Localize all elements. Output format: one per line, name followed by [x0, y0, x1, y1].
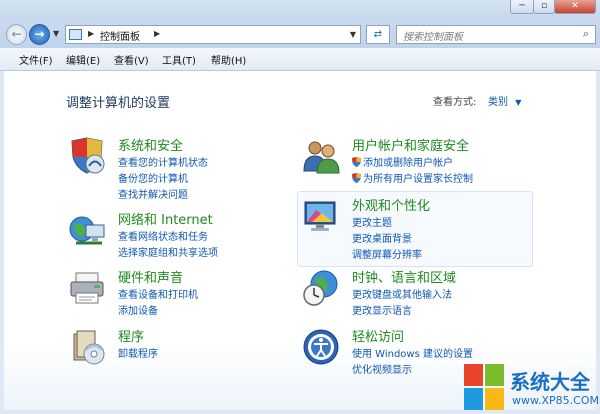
user-accounts-icon	[303, 141, 340, 174]
maximize-button[interactable]: ▫	[533, 0, 555, 14]
category-title-programs[interactable]: 程序	[118, 326, 144, 345]
watermark-url: www.XP85.COM	[512, 394, 599, 407]
link-optimize-video[interactable]: 优化视频显示	[352, 361, 412, 376]
menu-file[interactable]: 文件(F)	[19, 52, 53, 67]
category-title-clock-language[interactable]: 时钟、语言和区域	[352, 267, 456, 286]
search-input[interactable]: 搜索控制面板	[403, 28, 463, 43]
view-by-dropdown[interactable]: 类别 ▼	[488, 93, 521, 108]
close-button[interactable]: ✕	[554, 0, 596, 14]
breadcrumb-control-panel[interactable]: 控制面板	[100, 28, 140, 43]
refresh-button[interactable]: ⇄	[366, 25, 390, 44]
breadcrumb-separator-icon: ▶	[88, 29, 95, 38]
uac-shield-icon	[352, 157, 361, 167]
menu-tools[interactable]: 工具(T)	[162, 52, 196, 67]
category-title-network-internet[interactable]: 网络和 Internet	[118, 209, 213, 228]
category-user-accounts: 用户帐户和家庭安全 添加或删除用户帐户 为所有用户设置家长控制	[302, 135, 562, 185]
category-title-system-security[interactable]: 系统和安全	[118, 135, 183, 154]
windows-logo-icon	[464, 364, 504, 410]
forward-arrow-icon: →	[34, 27, 45, 41]
link-desktop-background[interactable]: 更改桌面背景	[352, 230, 412, 245]
search-box[interactable]: 搜索控制面板 ⌕	[396, 25, 596, 44]
network-icon	[69, 216, 105, 245]
link-add-device[interactable]: 添加设备	[118, 302, 158, 317]
category-programs: 程序 卸载程序	[68, 326, 298, 366]
link-change-theme[interactable]: 更改主题	[352, 214, 392, 229]
address-dropdown-icon[interactable]: ▼	[350, 30, 356, 39]
link-add-remove-accounts-label: 添加或删除用户帐户	[363, 158, 453, 169]
system-security-icon	[71, 137, 105, 174]
menu-edit[interactable]: 编辑(E)	[66, 52, 100, 67]
category-title-appearance[interactable]: 外观和个性化	[352, 195, 430, 214]
category-title-user-accounts[interactable]: 用户帐户和家庭安全	[352, 135, 469, 154]
link-homegroup-sharing[interactable]: 选择家庭组和共享选项	[118, 244, 218, 259]
watermark: 系统大全 www.XP85.COM	[464, 362, 600, 414]
category-system-security: 系统和安全 查看您的计算机状态 备份您的计算机 查找并解决问题	[68, 135, 298, 201]
view-by-label: 查看方式:	[433, 97, 477, 108]
page-title: 调整计算机的设置	[66, 96, 171, 111]
category-network-internet: 网络和 Internet 查看网络状态和任务 选择家庭组和共享选项	[68, 209, 298, 259]
link-add-remove-accounts[interactable]: 添加或删除用户帐户	[352, 154, 453, 169]
hardware-sound-icon	[70, 272, 104, 304]
ease-of-access-icon	[303, 329, 339, 365]
recent-pages-dropdown-icon[interactable]: ▼	[53, 29, 59, 38]
breadcrumb-separator-icon[interactable]: ▶	[154, 29, 160, 38]
refresh-icon: ⇄	[373, 29, 383, 40]
category-title-ease-of-access[interactable]: 轻松访问	[352, 326, 404, 345]
category-title-hardware-sound[interactable]: 硬件和声音	[118, 267, 183, 286]
control-panel-content: 调整计算机的设置 查看方式: 类别 ▼ 系统和安全 查看您的计算机状态 备份您的…	[4, 71, 596, 410]
control-panel-icon	[69, 29, 82, 40]
link-display-language[interactable]: 更改显示语言	[352, 302, 412, 317]
menu-bar: 文件(F) 编辑(E) 查看(V) 工具(T) 帮助(H)	[0, 48, 600, 71]
category-hardware-sound: 硬件和声音 查看设备和打印机 添加设备	[68, 267, 298, 317]
link-uninstall-program[interactable]: 卸载程序	[118, 345, 158, 360]
appearance-icon	[304, 201, 336, 231]
back-arrow-icon: ←	[11, 27, 22, 41]
back-button[interactable]: ←	[6, 24, 27, 45]
address-bar[interactable]: ▶ 控制面板 ▶ ▼	[65, 25, 361, 44]
watermark-name: 系统大全	[510, 370, 590, 394]
link-view-network-status[interactable]: 查看网络状态和任务	[118, 228, 208, 243]
link-windows-recommended[interactable]: 使用 Windows 建议的设置	[352, 345, 473, 360]
title-bar: ─ ▫ ✕	[0, 0, 600, 22]
menu-help[interactable]: 帮助(H)	[211, 52, 246, 67]
link-screen-resolution[interactable]: 调整屏幕分辨率	[352, 246, 422, 261]
link-parental-controls-label: 为所有用户设置家长控制	[363, 174, 473, 185]
view-by-value: 类别	[488, 97, 508, 108]
chevron-down-icon: ▼	[515, 98, 522, 107]
clock-language-icon	[303, 270, 338, 306]
navigation-bar: ← → ▼ ▶ 控制面板 ▶ ▼ ⇄ 搜索控制面板 ⌕	[0, 22, 600, 48]
forward-button[interactable]: →	[29, 24, 50, 45]
category-clock-language: 时钟、语言和区域 更改键盘或其他输入法 更改显示语言	[302, 267, 562, 317]
link-backup-computer[interactable]: 备份您的计算机	[118, 170, 188, 185]
link-troubleshoot[interactable]: 查找并解决问题	[118, 186, 188, 201]
menu-view[interactable]: 查看(V)	[114, 52, 149, 67]
link-devices-printers[interactable]: 查看设备和打印机	[118, 286, 198, 301]
uac-shield-icon	[352, 173, 361, 183]
link-view-computer-status[interactable]: 查看您的计算机状态	[118, 154, 208, 169]
programs-icon	[73, 330, 105, 365]
search-icon[interactable]: ⌕	[583, 27, 589, 41]
link-keyboard-input[interactable]: 更改键盘或其他输入法	[352, 286, 452, 301]
category-appearance: 外观和个性化 更改主题 更改桌面背景 调整屏幕分辨率	[302, 195, 532, 265]
minimize-button[interactable]: ─	[510, 0, 534, 14]
link-parental-controls[interactable]: 为所有用户设置家长控制	[352, 170, 473, 185]
